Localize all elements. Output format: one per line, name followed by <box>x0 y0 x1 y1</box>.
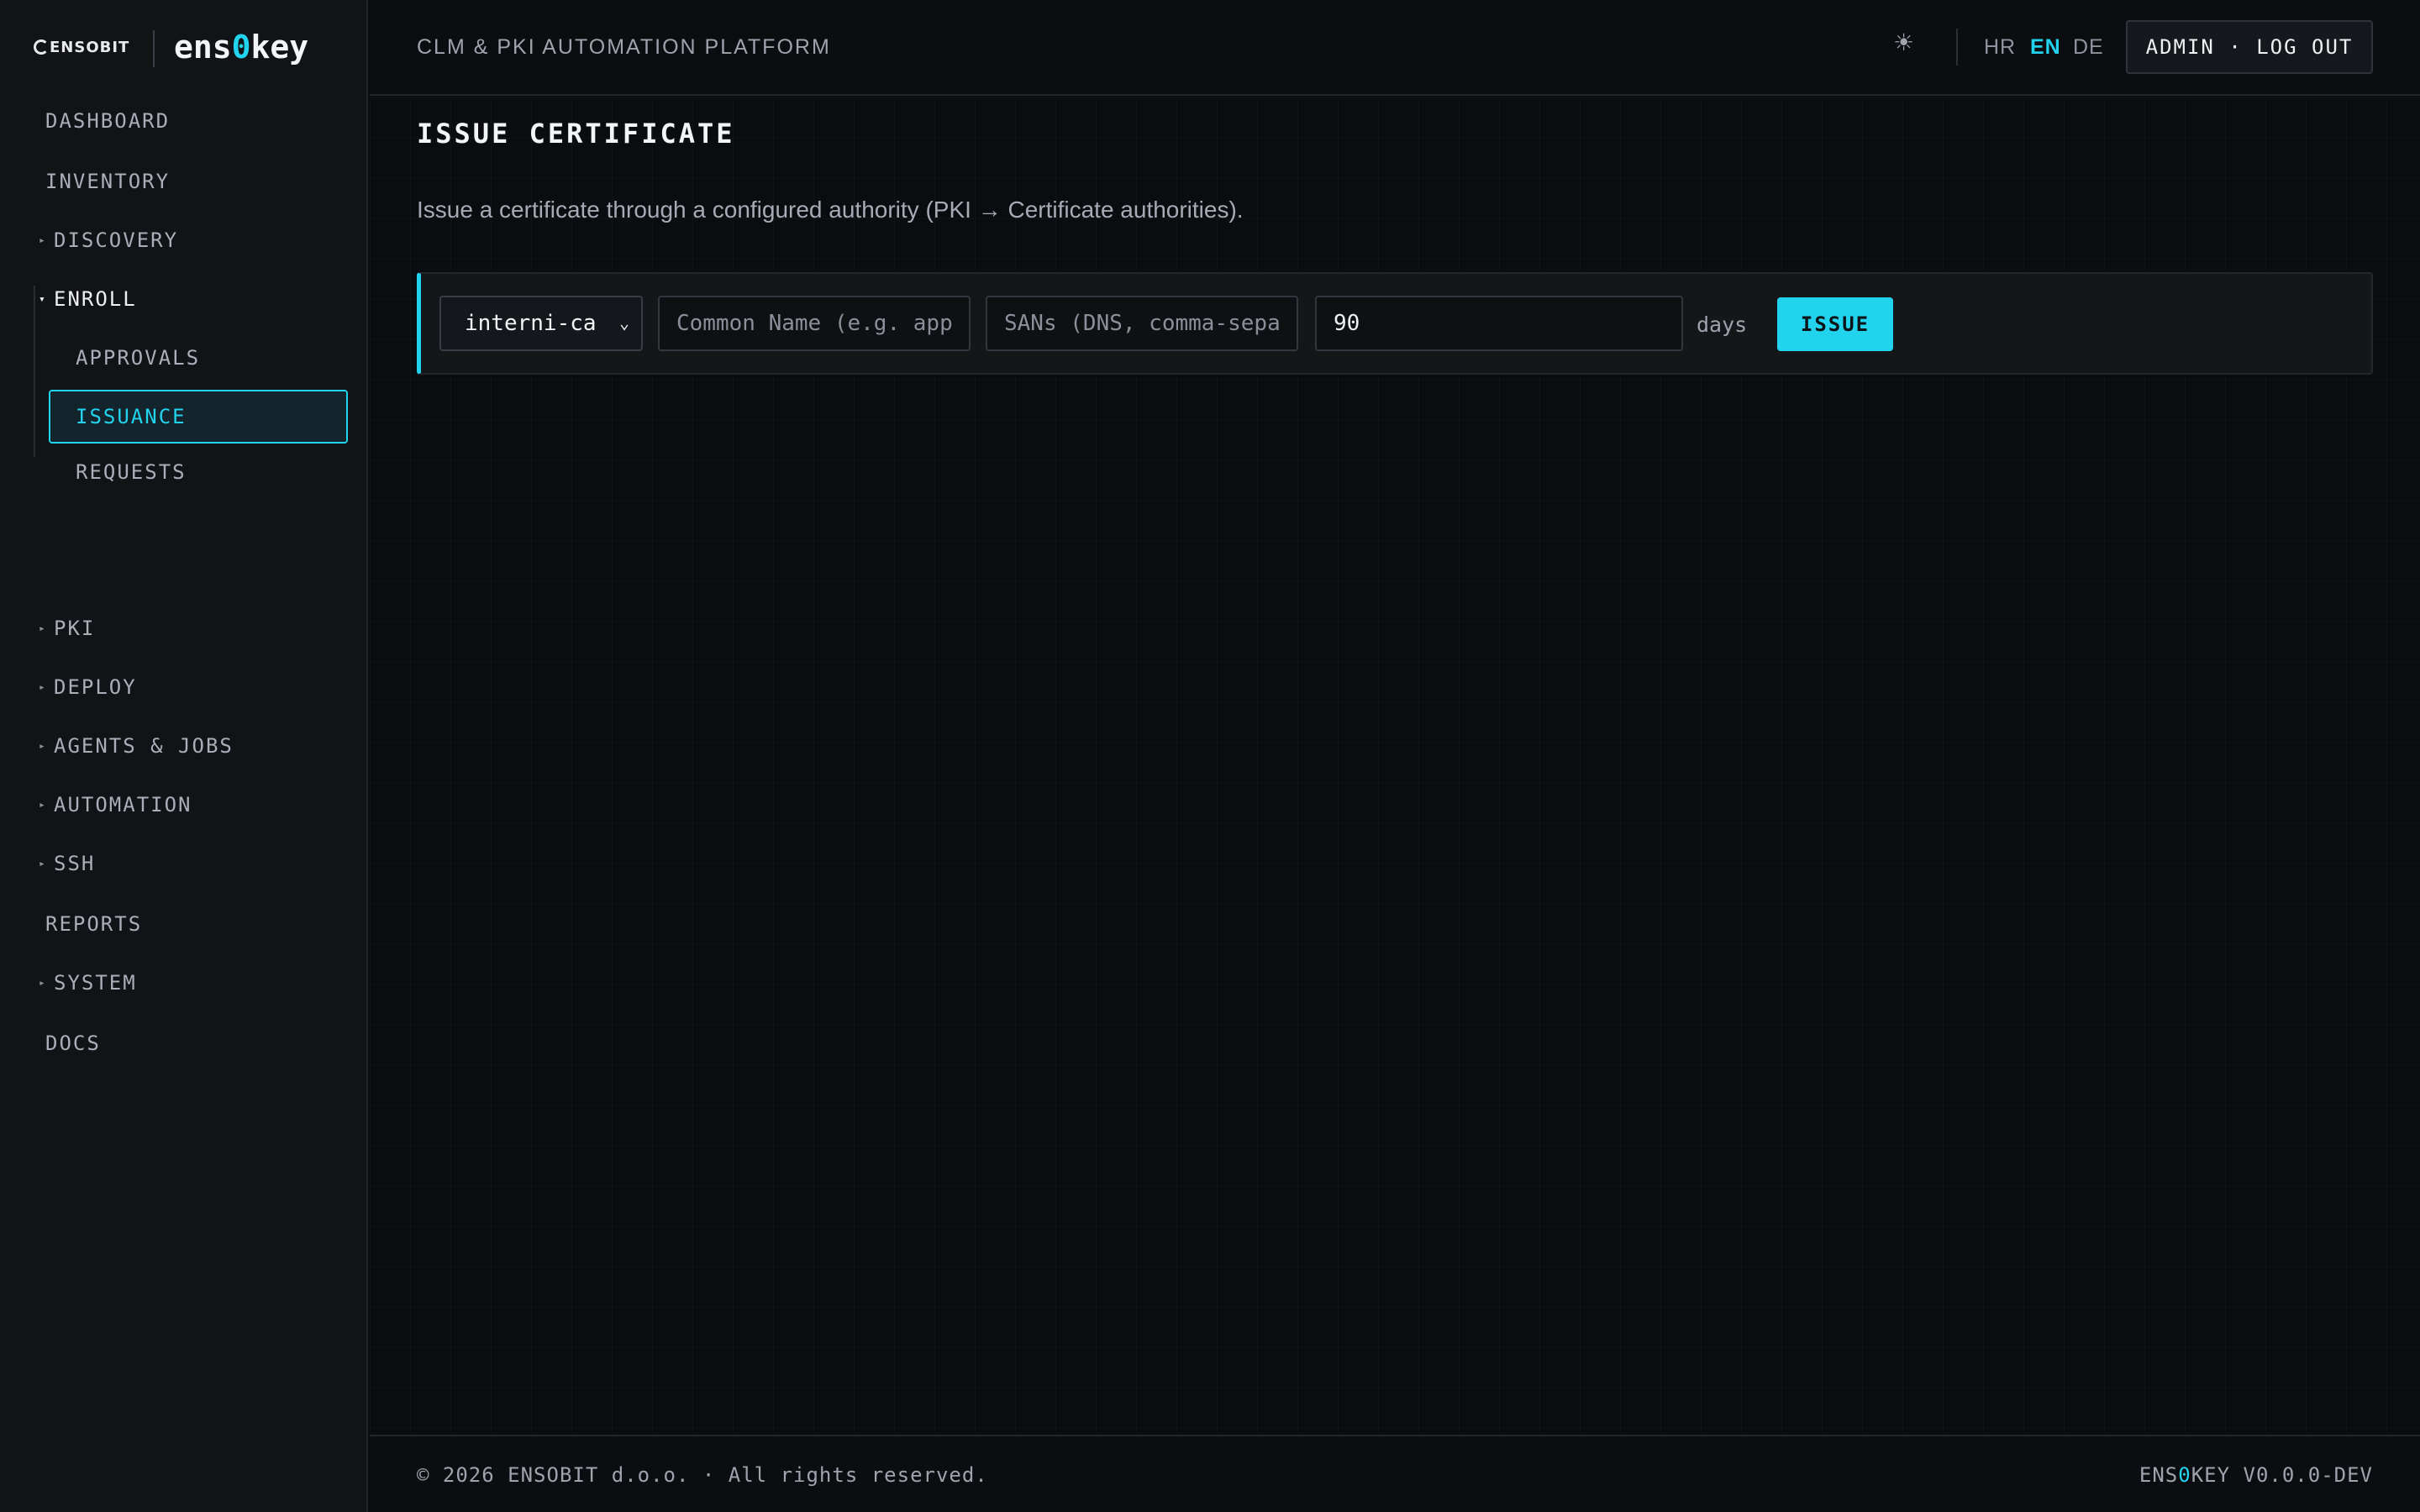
logout-button[interactable]: ADMIN · LOG OUT <box>2126 20 2373 74</box>
lang-en[interactable]: EN <box>2030 35 2061 60</box>
validity-days-input[interactable]: 90 <box>1315 296 1683 351</box>
copyright-text: © 2026 ENSOBIT d.o.o. · All rights reser… <box>417 1463 988 1487</box>
ca-select-value: interni-ca <box>465 311 597 336</box>
caret-right-icon: ▸ <box>39 798 47 811</box>
lang-de[interactable]: DE <box>2073 35 2104 60</box>
sidebar-item-enroll[interactable]: ▾ ENROLL <box>0 274 366 324</box>
top-header: CLM & PKI AUTOMATION PLATFORM ☀ HR EN DE… <box>370 0 2420 96</box>
enroll-submenu-rail <box>34 286 35 457</box>
sidebar-item-label: DISCOVERY <box>54 228 179 252</box>
sidebar-item-ssh[interactable]: ▸ SSH <box>0 838 366 889</box>
sun-icon[interactable]: ☀ <box>1893 29 1914 56</box>
chevron-down-icon: ⌄ <box>618 312 629 333</box>
sidebar-item-system[interactable]: ▸ SYSTEM <box>0 958 366 1008</box>
sidebar-item-label: SYSTEM <box>54 971 137 995</box>
sidebar-item-label: SSH <box>54 852 96 875</box>
lang-hr[interactable]: HR <box>1984 35 2016 60</box>
sidebar-item-docs[interactable]: DOCS <box>0 1018 366 1068</box>
product-logo[interactable]: ens0key <box>174 29 308 66</box>
sans-placeholder: SANs (DNS, comma-sepa <box>1004 311 1281 336</box>
common-name-input[interactable]: Common Name (e.g. app <box>658 296 971 351</box>
sidebar-item-pki[interactable]: ▸ PKI <box>0 603 366 654</box>
sidebar-subitem-label: ISSUANCE <box>76 405 187 428</box>
sidebar-subitem-approvals[interactable]: APPROVALS <box>49 331 348 385</box>
version-text: ENS0KEY V0.0.0-DEV <box>2139 1463 2373 1487</box>
sidebar-subitem-issuance[interactable]: ISSUANCE <box>49 390 348 444</box>
caret-down-icon: ▾ <box>39 292 47 306</box>
platform-label: CLM & PKI AUTOMATION PLATFORM <box>417 35 831 59</box>
caret-right-icon: ▸ <box>39 680 47 694</box>
caret-right-icon: ▸ <box>39 976 47 990</box>
sidebar-item-deploy[interactable]: ▸ DEPLOY <box>0 662 366 712</box>
sidebar-item-label: AUTOMATION <box>54 793 192 816</box>
page-description: Issue a certificate through a configured… <box>417 197 1244 223</box>
common-name-placeholder: Common Name (e.g. app <box>676 311 953 336</box>
days-label: days <box>1697 312 1748 337</box>
sidebar-item-label: DASHBOARD <box>45 109 171 133</box>
sidebar: ENSOBIT ens0key DASHBOARD INVENTORY ▸ DI… <box>0 0 368 1512</box>
sidebar-item-automation[interactable]: ▸ AUTOMATION <box>0 780 366 830</box>
brand-divider <box>153 30 155 67</box>
issue-button[interactable]: ISSUE <box>1777 297 1893 351</box>
issue-form-panel: interni-ca ⌄ Common Name (e.g. app SANs … <box>417 272 2373 375</box>
sidebar-item-reports[interactable]: REPORTS <box>0 899 366 949</box>
page-title: ISSUE CERTIFICATE <box>417 118 735 150</box>
sidebar-item-label: DEPLOY <box>54 675 137 699</box>
validity-days-value: 90 <box>1334 311 1360 336</box>
caret-right-icon: ▸ <box>39 234 47 247</box>
sidebar-item-label: REPORTS <box>45 912 143 936</box>
sidebar-item-discovery[interactable]: ▸ DISCOVERY <box>0 215 366 265</box>
sidebar-item-label: ENROLL <box>54 287 137 311</box>
header-divider <box>1956 29 1958 66</box>
sans-input[interactable]: SANs (DNS, comma-sepa <box>986 296 1298 351</box>
main-content: ISSUE CERTIFICATE Issue a certificate th… <box>370 97 2420 1435</box>
ca-select[interactable]: interni-ca ⌄ <box>439 296 643 351</box>
sidebar-item-agents-jobs[interactable]: ▸ AGENTS & JOBS <box>0 721 366 771</box>
sidebar-subitem-label: REQUESTS <box>76 460 187 484</box>
sidebar-item-label: PKI <box>54 617 96 640</box>
sidebar-item-label: AGENTS & JOBS <box>54 734 234 758</box>
sidebar-item-dashboard[interactable]: DASHBOARD <box>0 96 366 146</box>
caret-right-icon: ▸ <box>39 739 47 753</box>
footer: © 2026 ENSOBIT d.o.o. · All rights reser… <box>370 1435 2420 1512</box>
sidebar-subitem-label: APPROVALS <box>76 346 201 370</box>
company-logo[interactable]: ENSOBIT <box>34 39 129 56</box>
sidebar-item-label: DOCS <box>45 1032 101 1055</box>
caret-right-icon: ▸ <box>39 857 47 870</box>
sidebar-item-inventory[interactable]: INVENTORY <box>0 156 366 207</box>
sidebar-subitem-requests[interactable]: REQUESTS <box>49 445 348 499</box>
brand: ENSOBIT ens0key <box>0 0 366 96</box>
caret-right-icon: ▸ <box>39 622 47 635</box>
sidebar-item-label: INVENTORY <box>45 170 171 193</box>
